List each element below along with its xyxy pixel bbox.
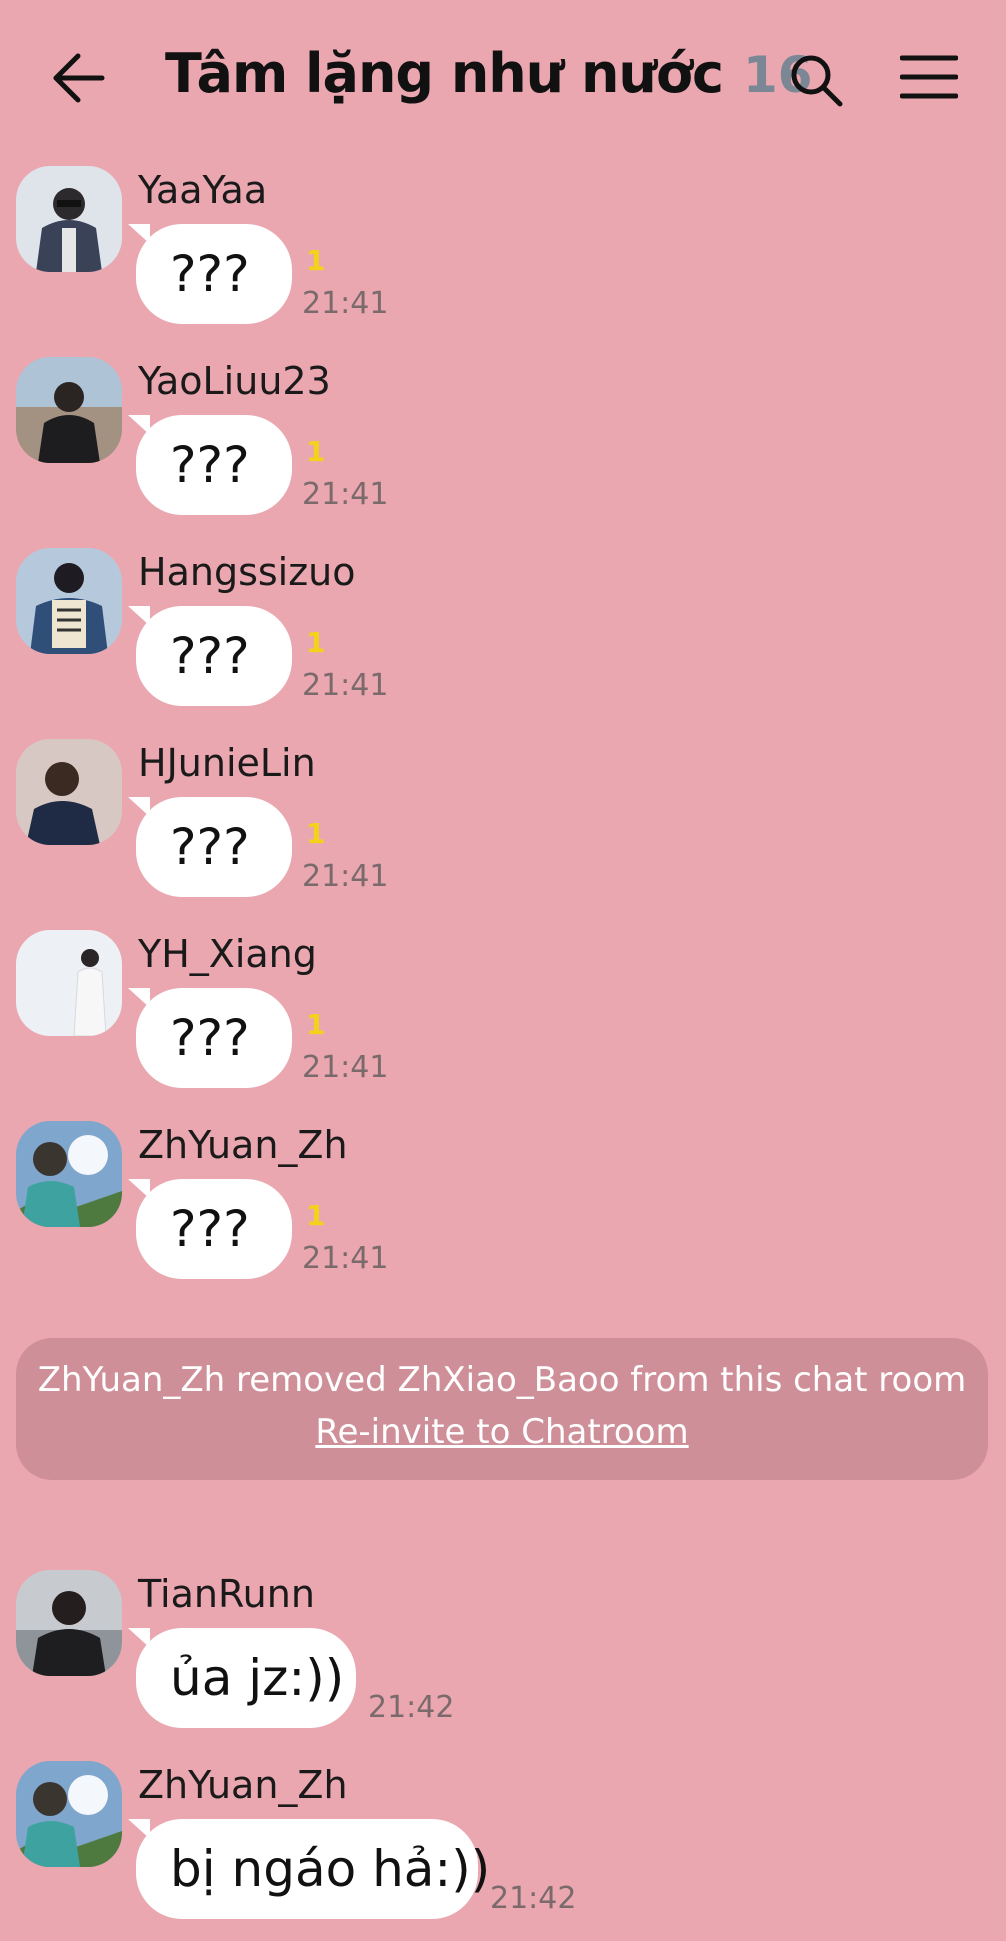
message-time: 21:41 [302, 859, 389, 894]
avatar[interactable] [16, 1121, 122, 1227]
unread-count: 1 [306, 1008, 326, 1041]
menu-button[interactable] [899, 54, 959, 100]
avatar[interactable] [16, 1761, 122, 1867]
sender-name: HJunieLin [138, 741, 316, 785]
chat-header: Tâm lặng như nước 16 [0, 0, 1006, 150]
search-icon [791, 55, 843, 107]
unread-count: 1 [306, 626, 326, 659]
message-bubble[interactable]: ??? [136, 224, 292, 324]
message-bubble[interactable]: ??? [136, 606, 292, 706]
message-bubble[interactable]: bị ngáo hả:)) [136, 1819, 490, 1919]
sender-name: ZhYuan_Zh [138, 1123, 348, 1167]
message-time: 21:41 [302, 286, 389, 321]
sender-name: YH_Xiang [138, 932, 317, 976]
sender-name: Hangssizuo [138, 550, 356, 594]
message-bubble[interactable]: ??? [136, 797, 292, 897]
avatar[interactable] [16, 739, 122, 845]
avatar[interactable] [16, 930, 122, 1036]
message-time: 21:42 [490, 1881, 577, 1916]
message-time: 21:41 [302, 477, 389, 512]
message-bubble[interactable]: ??? [136, 988, 292, 1088]
message-item: TianRunn ủa jz:)) 21:42 [0, 1570, 1006, 1750]
message-time: 21:41 [302, 1241, 389, 1276]
message-bubble[interactable]: ??? [136, 1179, 292, 1279]
notice-text: ZhYuan_Zh removed ZhXiao_Baoo from this … [37, 1360, 967, 1400]
unread-count: 1 [306, 244, 326, 277]
avatar[interactable] [16, 548, 122, 654]
message-bubble[interactable]: ủa jz:)) [136, 1628, 356, 1728]
arrow-left-icon [53, 53, 105, 103]
message-item: YaoLiuu23 ??? 1 21:41 [0, 357, 1006, 537]
message-item: HJunieLin ??? 1 21:41 [0, 739, 1006, 919]
avatar[interactable] [16, 166, 122, 272]
avatar[interactable] [16, 357, 122, 463]
search-button[interactable] [788, 52, 844, 108]
unread-count: 1 [306, 1199, 326, 1232]
hamburger-menu-icon [899, 55, 959, 99]
avatar[interactable] [16, 1570, 122, 1676]
message-item: YH_Xiang ??? 1 21:41 [0, 930, 1006, 1110]
message-item: Hangssizuo ??? 1 21:41 [0, 548, 1006, 728]
message-time: 21:41 [302, 1050, 389, 1085]
chat-title: Tâm lặng như nước [165, 42, 724, 105]
back-button[interactable] [50, 48, 110, 108]
reinvite-link[interactable]: Re-invite to Chatroom [315, 1406, 688, 1458]
message-item: ZhYuan_Zh bị ngáo hả:)) 21:42 [0, 1761, 1006, 1941]
sender-name: YaaYaa [138, 168, 268, 212]
sender-name: YaoLiuu23 [138, 359, 331, 403]
sender-name: TianRunn [138, 1572, 315, 1616]
unread-count: 1 [306, 435, 326, 468]
message-time: 21:41 [302, 668, 389, 703]
message-item: ZhYuan_Zh ??? 1 21:41 [0, 1121, 1006, 1301]
message-time: 21:42 [368, 1690, 455, 1725]
unread-count: 1 [306, 817, 326, 850]
system-notice: ZhYuan_Zh removed ZhXiao_Baoo from this … [16, 1338, 988, 1480]
chat-title-group[interactable]: Tâm lặng như nước 16 [165, 42, 813, 122]
message-item: YaaYaa ??? 1 21:41 [0, 166, 1006, 346]
message-bubble[interactable]: ??? [136, 415, 292, 515]
sender-name: ZhYuan_Zh [138, 1763, 348, 1807]
